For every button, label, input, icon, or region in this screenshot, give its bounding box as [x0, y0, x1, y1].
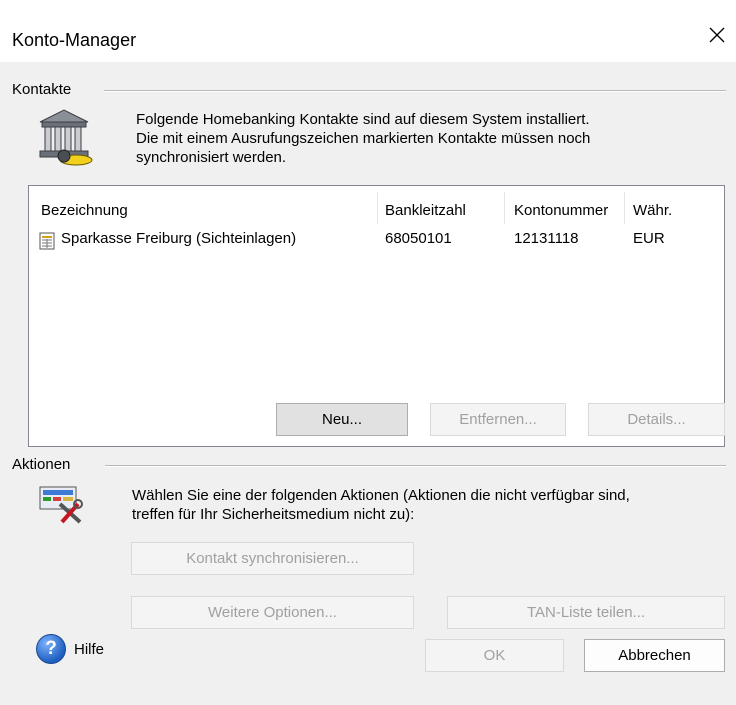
actions-description: Wählen Sie eine der folgenden Aktionen (… — [132, 486, 630, 524]
share-tan-list-button[interactable]: TAN-Liste teilen... — [447, 596, 725, 629]
sync-contact-button[interactable]: Kontakt synchronisieren... — [131, 542, 414, 575]
column-separator[interactable] — [504, 192, 505, 224]
details-button[interactable]: Details... — [588, 403, 725, 436]
bank-building-icon — [39, 109, 93, 166]
remove-button[interactable]: Entfernen... — [430, 403, 566, 436]
new-button[interactable]: Neu... — [276, 403, 408, 436]
contacts-description-line: Folgende Homebanking Kontakte sind auf d… — [136, 111, 590, 128]
actions-group-label: Aktionen — [12, 456, 77, 473]
column-header-account[interactable]: Kontonummer — [514, 202, 608, 219]
dialog-body: Kontakte Folgende Homebanking Kontakte s… — [0, 62, 736, 705]
cancel-button[interactable]: Abbrechen — [584, 639, 725, 672]
contacts-list-header: Bezeichnung Bankleitzahl Kontonummer Wäh… — [29, 186, 724, 224]
table-row[interactable]: Sparkasse Freiburg (Sichteinlagen) 68050… — [29, 228, 724, 254]
help-label: Hilfe — [74, 640, 105, 658]
column-separator[interactable] — [377, 192, 378, 224]
contacts-group-label: Kontakte — [12, 81, 78, 98]
row-blz: 68050101 — [385, 230, 452, 247]
contacts-description-line: synchronisiert werden. — [136, 149, 287, 166]
actions-group-divider — [105, 465, 726, 467]
column-separator[interactable] — [624, 192, 625, 224]
window-title: Konto-Manager — [12, 30, 137, 50]
more-options-button[interactable]: Weitere Optionen... — [131, 596, 414, 629]
contacts-description: Folgende Homebanking Kontakte sind auf d… — [136, 110, 590, 167]
help-icon: ? — [36, 634, 66, 664]
actions-description-line: treffen für Ihr Sicherheitsmedium nicht … — [132, 506, 415, 523]
help-link[interactable]: ? Hilfe — [36, 634, 104, 664]
column-header-name[interactable]: Bezeichnung — [41, 202, 128, 219]
row-currency: EUR — [633, 230, 665, 247]
tools-icon — [39, 486, 83, 524]
close-icon — [709, 27, 725, 43]
title-bar: Konto-Manager — [0, 0, 736, 62]
ok-button[interactable]: OK — [425, 639, 564, 672]
close-button[interactable] — [702, 20, 732, 50]
row-account: 12131118 — [514, 230, 579, 247]
contacts-group-divider — [104, 90, 726, 92]
row-name: Sparkasse Freiburg (Sichteinlagen) — [61, 230, 297, 247]
column-header-currency[interactable]: Währ. — [633, 202, 672, 219]
contacts-description-line: Die mit einem Ausrufungszeichen markiert… — [136, 130, 591, 147]
actions-description-line: Wählen Sie eine der folgenden Aktionen (… — [132, 487, 630, 504]
column-header-blz[interactable]: Bankleitzahl — [385, 202, 466, 219]
document-icon — [39, 232, 55, 250]
